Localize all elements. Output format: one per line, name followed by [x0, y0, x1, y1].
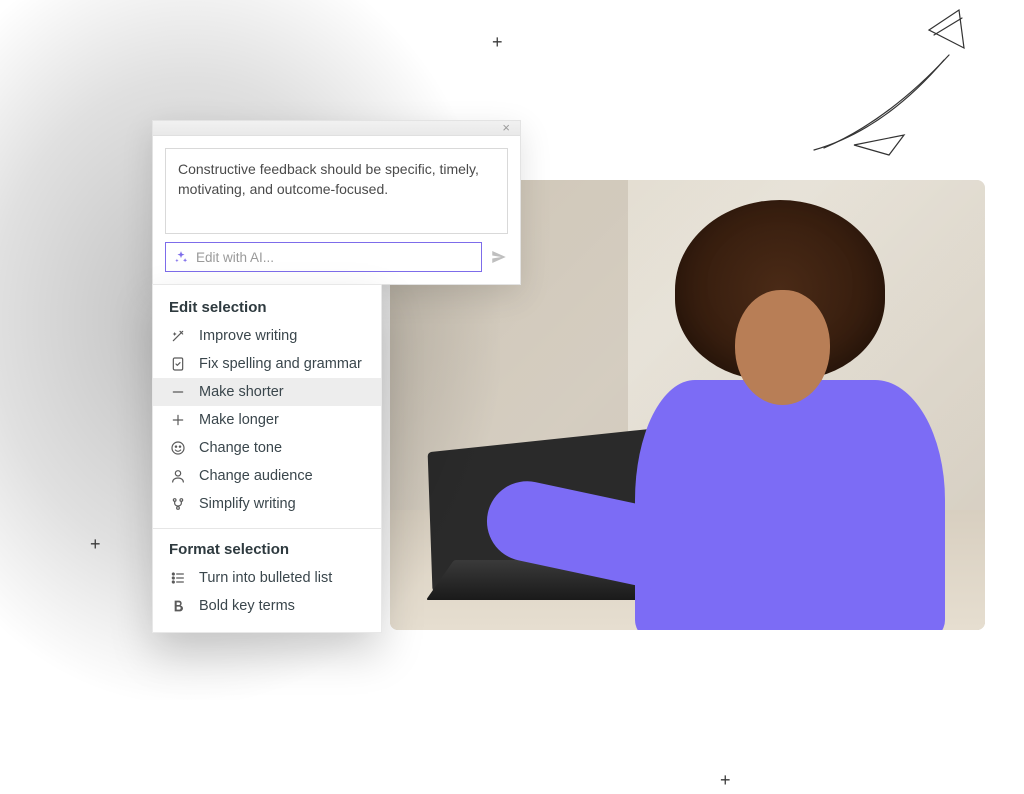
- decorative-plus: +: [90, 534, 101, 555]
- simplify-icon: [169, 496, 187, 512]
- edit-item-3[interactable]: Make longer: [153, 406, 381, 434]
- menu-divider: [153, 528, 381, 529]
- ai-prompt-input-wrapper[interactable]: [165, 242, 482, 272]
- edit-item-1[interactable]: Fix spelling and grammar: [153, 350, 381, 378]
- edit-item-0[interactable]: Improve writing: [153, 322, 381, 350]
- format-item-0[interactable]: Turn into bulleted list: [153, 564, 381, 592]
- bold-icon: [169, 598, 187, 614]
- minus-icon: [169, 384, 187, 400]
- decorative-plus: +: [720, 770, 731, 791]
- edit-item-2[interactable]: Make shorter: [153, 378, 381, 406]
- magic-wand-icon: [169, 328, 187, 344]
- ai-edit-menu: Edit selection Improve writing Fix spelli…: [152, 284, 382, 633]
- edit-item-4[interactable]: Change tone: [153, 434, 381, 462]
- smile-icon: [169, 440, 187, 456]
- edit-selection-title: Edit selection: [153, 299, 381, 322]
- ai-compose-panel: × Constructive feedback should be specif…: [152, 120, 521, 285]
- close-icon[interactable]: ×: [498, 120, 514, 135]
- selected-text-box[interactable]: Constructive feedback should be specific…: [165, 148, 508, 234]
- decorative-sketch-arrow: [794, 0, 994, 170]
- menu-item-label: Bold key terms: [199, 598, 295, 614]
- decorative-plus: +: [492, 32, 503, 53]
- edit-item-5[interactable]: Change audience: [153, 462, 381, 490]
- plus-icon: [169, 412, 187, 428]
- panel-titlebar: ×: [153, 121, 520, 136]
- menu-item-label: Turn into bulleted list: [199, 570, 332, 586]
- edit-item-6[interactable]: Simplify writing: [153, 490, 381, 518]
- bulleted-list-icon: [169, 570, 187, 586]
- send-icon[interactable]: [490, 248, 508, 266]
- menu-item-label: Change tone: [199, 440, 282, 456]
- menu-item-label: Fix spelling and grammar: [199, 356, 362, 372]
- format-item-1[interactable]: Bold key terms: [153, 592, 381, 620]
- sparkle-icon: [174, 250, 188, 264]
- menu-item-label: Improve writing: [199, 328, 297, 344]
- format-selection-title: Format selection: [153, 541, 381, 564]
- menu-item-label: Simplify writing: [199, 496, 296, 512]
- ai-prompt-input[interactable]: [194, 244, 473, 270]
- menu-item-label: Make shorter: [199, 384, 284, 400]
- menu-item-label: Make longer: [199, 412, 279, 428]
- spellcheck-icon: [169, 356, 187, 372]
- person-icon: [169, 468, 187, 484]
- menu-item-label: Change audience: [199, 468, 313, 484]
